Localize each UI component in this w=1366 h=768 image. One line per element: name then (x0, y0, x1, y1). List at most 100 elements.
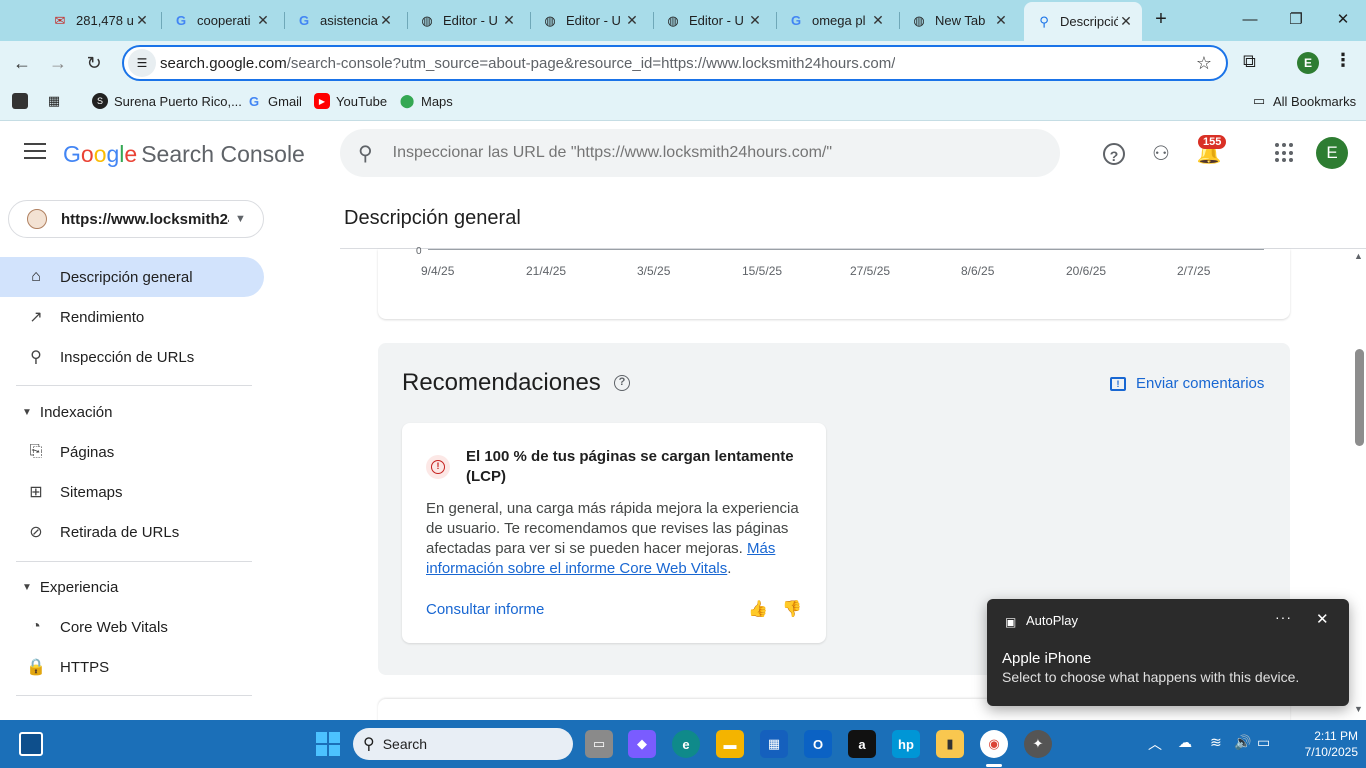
browser-menu-icon[interactable]: ⋮ (1334, 50, 1352, 71)
close-tab-icon[interactable]: ✕ (747, 12, 763, 29)
manage-users-icon[interactable]: ⚇ (1148, 141, 1174, 167)
bookmark-gmail[interactable]: G Gmail (246, 93, 302, 109)
scroll-thumb[interactable] (1355, 349, 1364, 446)
system-clock[interactable]: 2:11 PM 7/10/2025 (1288, 728, 1358, 760)
close-tab-icon[interactable]: ✕ (134, 12, 150, 29)
back-icon[interactable]: ← (10, 51, 34, 75)
apps-icon[interactable]: ▦ (46, 93, 68, 109)
restore-icon[interactable]: ❐ (1284, 8, 1308, 32)
sidebar-item-url-inspection[interactable]: ⚲ Inspección de URLs (0, 337, 264, 377)
autoplay-notification[interactable]: ▣ AutoPlay ··· ✕ Apple iPhone Select to … (987, 599, 1349, 706)
property-selector[interactable]: https://www.locksmith24hours.com/ ▼ (8, 200, 264, 238)
task-view-icon[interactable]: ▭ (585, 730, 613, 758)
forward-icon[interactable]: → (46, 51, 70, 75)
section-experience[interactable]: ▼ Experiencia (0, 572, 118, 602)
file-icon[interactable]: ▮ (936, 730, 964, 758)
google-apps-icon[interactable] (1275, 143, 1295, 163)
browser-toolbar: ← → ↻ ☰ search.google.com/search-console… (0, 41, 1366, 85)
close-tab-icon[interactable]: ✕ (255, 12, 271, 29)
app-header: GoogleSearch Console ⚲ ? ⚇ 🔔 155 E (0, 121, 1366, 185)
sidebar-item-removals[interactable]: ⊘ Retirada de URLs (0, 512, 264, 552)
close-tab-icon[interactable]: ✕ (993, 12, 1009, 29)
close-window-icon[interactable]: ✕ (1331, 8, 1355, 32)
bookmark-surena[interactable]: S Surena Puerto Rico,... (92, 93, 242, 109)
search-console-logo[interactable]: Google Search Console (63, 141, 305, 168)
wifi-icon[interactable]: ≋ (1210, 734, 1222, 751)
sidebar-item-pages[interactable]: ⎘ Páginas (0, 432, 264, 472)
browser-tab[interactable]: G asistencia ✕ (284, 6, 402, 35)
browser-tab[interactable]: ◍ Editor - U ✕ (530, 6, 648, 35)
site-info-icon[interactable]: ☰ (128, 49, 156, 77)
close-tab-icon[interactable]: ✕ (1118, 13, 1134, 30)
maps-icon: ⬤ (399, 93, 415, 108)
bookmark-star-icon[interactable]: ☆ (1196, 53, 1212, 74)
collapse-caret-icon: ▼ (22, 581, 32, 593)
sidebar-item-overview[interactable]: ⌂ Descripción general (0, 257, 264, 297)
profile-avatar[interactable]: E (1297, 52, 1319, 74)
close-tab-icon[interactable]: ✕ (624, 12, 640, 29)
scroll-down-icon[interactable]: ▼ (1354, 704, 1363, 714)
menu-icon[interactable] (24, 143, 46, 161)
url-path: /search-console?utm_source=about-page&re… (286, 54, 896, 72)
browser-tab-active[interactable]: ⚲ Descripció ✕ (1024, 2, 1142, 41)
reload-icon[interactable]: ↻ (82, 51, 106, 75)
close-tab-icon[interactable]: ✕ (501, 12, 517, 29)
scroll-up-icon[interactable]: ▲ (1354, 251, 1363, 261)
hp-icon[interactable]: hp (892, 730, 920, 758)
collapse-caret-icon: ▼ (22, 406, 32, 418)
address-bar[interactable]: ☰ search.google.com/search-console?utm_s… (122, 45, 1228, 81)
sidebar-item-https[interactable]: 🔒 HTTPS (0, 647, 264, 687)
extensions-icon[interactable]: ⧉ (1243, 51, 1256, 72)
copilot-icon[interactable]: ◆ (628, 730, 656, 758)
cloud-icon[interactable]: ☁ (1178, 734, 1192, 751)
sidebar-item-performance[interactable]: ↗ Rendimiento (0, 297, 264, 337)
browser-tab[interactable]: ◍ New Tab ✕ (899, 6, 1017, 35)
browser-tab[interactable]: ◍ Editor - U ✕ (407, 6, 525, 35)
browser-tab[interactable]: ◍ Editor - U ✕ (653, 6, 771, 35)
help-icon[interactable]: ? (614, 375, 630, 391)
close-tab-icon[interactable]: ✕ (378, 12, 394, 29)
view-report-button[interactable]: Consultar informe (426, 601, 544, 618)
url-inspection-input[interactable] (392, 144, 1013, 162)
file-explorer-icon[interactable]: ▬ (716, 730, 744, 758)
edge-icon[interactable]: e (672, 730, 700, 758)
sidebar-item-core-web-vitals[interactable]: ◔ Core Web Vitals (0, 607, 264, 647)
new-tab-button[interactable]: + (1150, 8, 1172, 30)
globe-icon: ◍ (421, 12, 433, 28)
close-icon[interactable]: ✕ (1316, 610, 1329, 628)
url-text[interactable]: search.google.com/search-console?utm_sou… (160, 55, 895, 72)
all-bookmarks[interactable]: ▭ All Bookmarks (1251, 93, 1356, 109)
help-icon[interactable]: ? (1103, 143, 1125, 165)
thumbs-up-icon[interactable]: 👍 (748, 599, 768, 619)
eye-off-icon: ⊘ (29, 524, 43, 541)
reading-mode-icon[interactable] (12, 93, 34, 109)
more-options-icon[interactable]: ··· (1275, 609, 1292, 625)
widgets-icon[interactable] (19, 732, 43, 756)
send-feedback-link[interactable]: ! Enviar comentarios (1110, 375, 1264, 392)
scrollbar[interactable]: ▲ ▼ (1352, 249, 1366, 720)
browser-tab[interactable]: G cooperati ✕ (161, 6, 279, 35)
show-hidden-icons-icon[interactable]: ︿ (1148, 734, 1162, 754)
bookmark-maps[interactable]: ⬤ Maps (399, 93, 453, 109)
minimize-icon[interactable]: — (1238, 8, 1262, 32)
microsoft-store-icon[interactable]: ▦ (760, 730, 788, 758)
app-icon[interactable]: ✦ (1024, 730, 1052, 758)
y-axis-zero-label: 0 (416, 246, 422, 257)
section-indexing[interactable]: ▼ Indexación (0, 397, 112, 427)
sidebar-item-sitemaps[interactable]: ⊞ Sitemaps (0, 472, 264, 512)
close-tab-icon[interactable]: ✕ (870, 12, 886, 29)
thumbs-down-icon[interactable]: 👎 (782, 599, 802, 619)
outlook-icon[interactable]: O (804, 730, 832, 758)
url-inspection-search[interactable]: ⚲ (340, 129, 1060, 177)
recommendation-title: El 100 % de tus páginas se cargan lentam… (466, 448, 794, 485)
browser-tab[interactable]: G omega pl ✕ (776, 6, 894, 35)
browser-tab[interactable]: ✉ 281,478 u ✕ (40, 6, 158, 35)
account-avatar[interactable]: E (1316, 137, 1348, 169)
battery-icon[interactable]: ▭ (1257, 734, 1270, 751)
chrome-icon[interactable]: ◉ (980, 730, 1008, 758)
volume-icon[interactable]: 🔊 (1234, 734, 1251, 751)
taskbar-search[interactable]: ⚲ Search (353, 728, 573, 760)
amazon-icon[interactable]: a (848, 730, 876, 758)
bookmark-youtube[interactable]: ▶ YouTube (314, 93, 387, 109)
windows-start-icon[interactable] (316, 732, 340, 756)
